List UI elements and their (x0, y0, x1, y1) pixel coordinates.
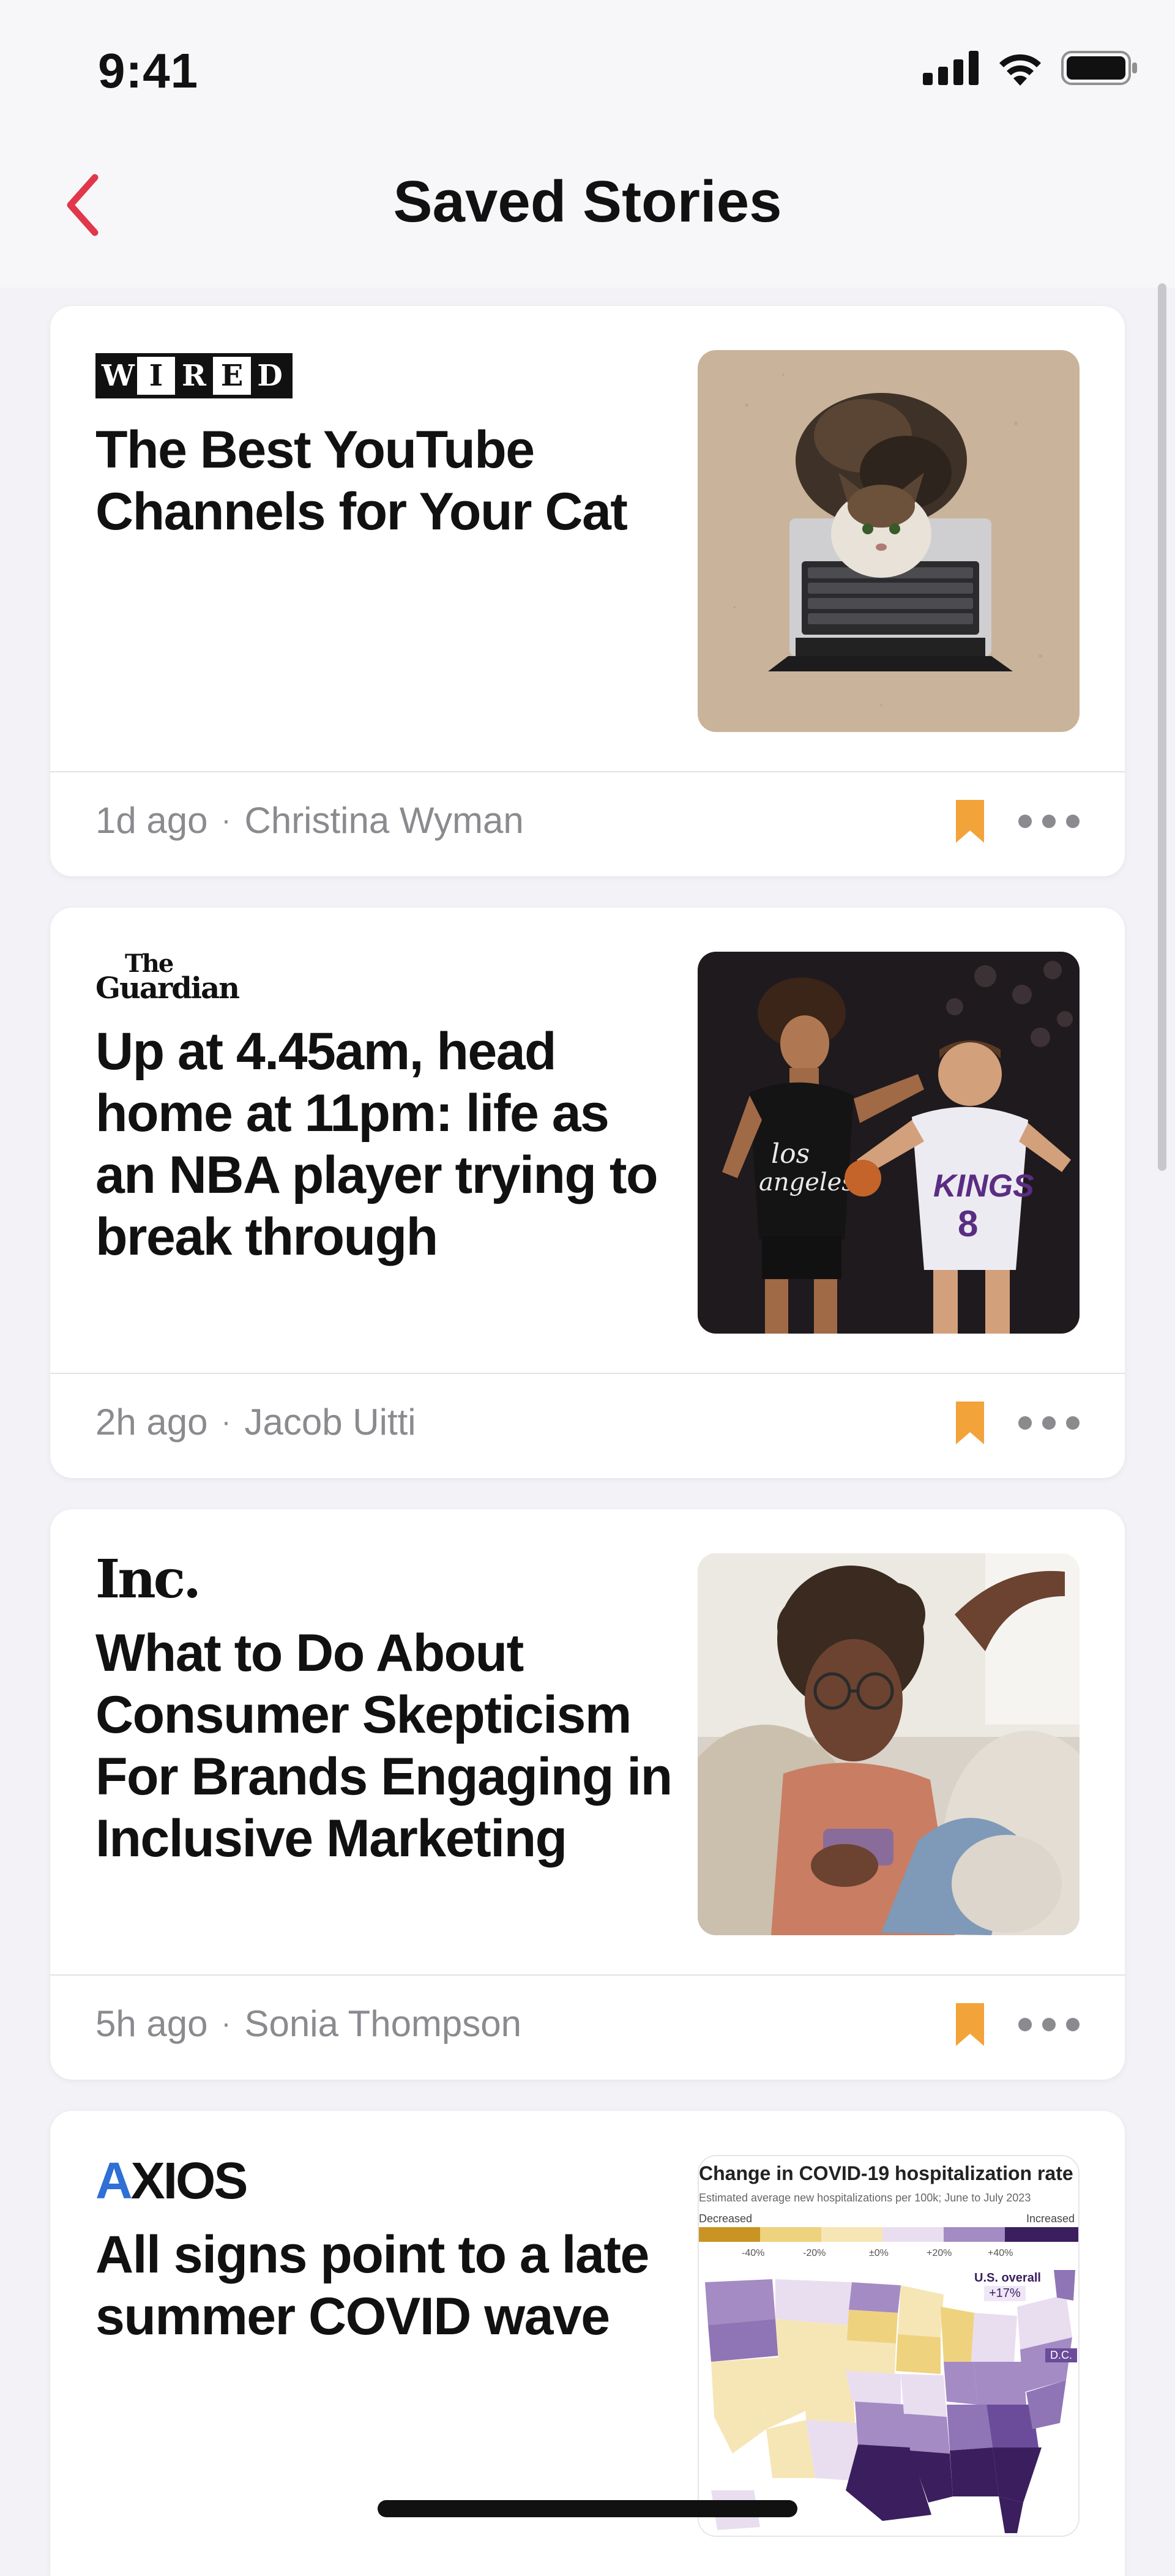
wired-logo: WIRED (95, 353, 293, 398)
map-tick: ±0% (869, 2248, 889, 2258)
guardian-logo: The Guardian (95, 949, 240, 1006)
battery-icon (1061, 51, 1137, 85)
map-overall-label: U.S. overall (974, 2271, 1041, 2285)
map-legend-scale (699, 2227, 1078, 2242)
ellipsis-icon (1018, 1416, 1032, 1430)
map-overall-value: +17% (984, 2286, 1026, 2301)
more-options-button[interactable] (1018, 809, 1080, 834)
bookmark-icon[interactable] (956, 2003, 984, 2046)
story-card[interactable]: Inc. What to Do About Consumer Skepticis… (50, 1509, 1125, 2080)
story-body[interactable]: The Guardian Up at 4.45am, head home at … (50, 908, 1125, 1373)
navigation-bar: Saved Stories (0, 141, 1175, 288)
story-footer: 2h ago · Jacob Uitti (50, 1373, 1125, 1478)
map-tick: -20% (803, 2248, 826, 2258)
svg-text:8: 8 (958, 1203, 978, 1244)
svg-text:angeles: angeles (759, 1168, 854, 1197)
home-indicator[interactable] (378, 2500, 797, 2517)
map-increased-label: Increased (1026, 2212, 1075, 2225)
map-title: Change in COVID-19 hospitalization rate (699, 2162, 1073, 2184)
svg-text:KINGS: KINGS (933, 1168, 1034, 1204)
story-headline[interactable]: What to Do About Consumer Skepticism For… (95, 1622, 677, 1870)
story-body[interactable]: WIRED The Best YouTube Channels for Your… (50, 306, 1125, 771)
cat-on-laptop-image (698, 350, 1080, 732)
page-title: Saved Stories (393, 169, 782, 234)
story-meta: 2h ago · Jacob Uitti (95, 1401, 416, 1443)
basketball-players-image: los angeles KINGS 8 (698, 952, 1080, 1334)
publisher-logo-guardian: The Guardian (95, 949, 240, 1006)
cellular-signal-icon (923, 51, 979, 85)
map-subtitle: Estimated average new hospitalizations p… (699, 2192, 1031, 2204)
story-thumbnail[interactable] (698, 1553, 1080, 1935)
ellipsis-icon (1018, 815, 1032, 828)
story-author: Jacob Uitti (244, 1402, 416, 1443)
more-options-button[interactable] (1018, 2012, 1080, 2037)
story-meta: 1d ago · Christina Wyman (95, 799, 524, 842)
axios-logo: AXIOS (95, 2151, 248, 2209)
story-time: 1d ago (95, 800, 208, 841)
story-headline[interactable]: All signs point to a late summer COVID w… (95, 2224, 677, 2348)
person-with-phone-image (698, 1553, 1080, 1935)
story-body[interactable]: Inc. What to Do About Consumer Skepticis… (50, 1509, 1125, 1974)
map-dc-label: D.C. (1045, 2348, 1077, 2362)
story-footer: 5h ago · Sonia Thompson (50, 1974, 1125, 2080)
status-icons (923, 50, 1138, 86)
scroll-indicator[interactable] (1158, 283, 1166, 1171)
story-meta: 5h ago · Sonia Thompson (95, 2003, 521, 2045)
map-decreased-label: Decreased (699, 2212, 753, 2225)
meta-separator: · (221, 1406, 231, 1438)
story-thumbnail[interactable]: Change in COVID-19 hospitalization rate … (698, 2155, 1080, 2537)
story-thumbnail[interactable] (698, 350, 1080, 732)
map-tick: -40% (742, 2248, 765, 2258)
ellipsis-icon (1018, 2018, 1032, 2031)
story-footer: 1d ago · Christina Wyman (50, 771, 1125, 876)
meta-separator: · (221, 804, 231, 837)
inc-logo: Inc. (95, 1548, 201, 1610)
status-time: 9:41 (98, 43, 199, 98)
more-options-button[interactable] (1018, 1411, 1080, 1435)
story-author: Christina Wyman (244, 800, 524, 841)
story-thumbnail[interactable]: los angeles KINGS 8 (698, 952, 1080, 1334)
status-bar: 9:41 (0, 0, 1175, 141)
bookmark-icon[interactable] (956, 1402, 984, 1444)
publisher-logo-wired: WIRED (95, 351, 293, 400)
story-card[interactable]: The Guardian Up at 4.45am, head home at … (50, 908, 1125, 1478)
story-time: 5h ago (95, 2003, 208, 2044)
story-card[interactable]: WIRED The Best YouTube Channels for Your… (50, 306, 1125, 876)
map-tick: +20% (927, 2248, 952, 2258)
publisher-logo-inc: Inc. (95, 1548, 201, 1610)
publisher-logo-axios: AXIOS (95, 2152, 248, 2209)
story-time: 2h ago (95, 1402, 208, 1443)
meta-separator: · (221, 2007, 231, 2040)
us-map (699, 2270, 1078, 2536)
svg-text:los: los (771, 1138, 810, 1170)
wifi-icon (999, 54, 1041, 86)
story-headline[interactable]: The Best YouTube Channels for Your Cat (95, 419, 677, 543)
story-headline[interactable]: Up at 4.45am, head home at 11pm: life as… (95, 1021, 677, 1268)
bookmark-icon[interactable] (956, 800, 984, 843)
story-author: Sonia Thompson (244, 2003, 522, 2044)
map-tick: +40% (988, 2248, 1013, 2258)
